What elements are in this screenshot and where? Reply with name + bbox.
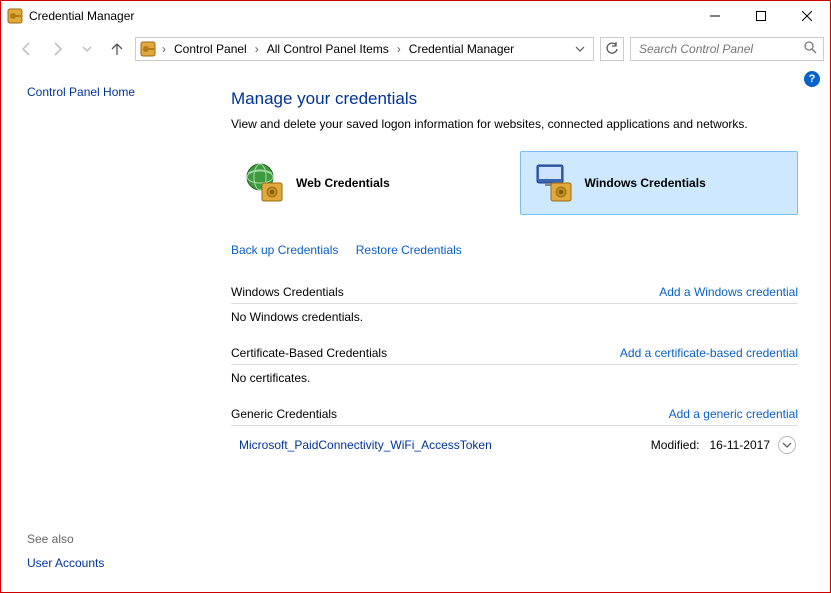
section-title: Windows Credentials bbox=[231, 285, 344, 299]
control-panel-icon bbox=[140, 41, 156, 57]
section-title: Certificate-Based Credentials bbox=[231, 346, 387, 360]
up-button[interactable] bbox=[105, 37, 129, 61]
modified-date: 16-11-2017 bbox=[710, 438, 771, 452]
recent-dropdown-icon[interactable] bbox=[75, 37, 99, 61]
breadcrumb[interactable]: › Control Panel › All Control Panel Item… bbox=[135, 37, 594, 61]
title-bar: Credential Manager bbox=[1, 1, 830, 31]
search-icon[interactable] bbox=[804, 41, 817, 57]
monitor-safe-icon bbox=[531, 161, 575, 205]
section-title: Generic Credentials bbox=[231, 407, 337, 421]
add-windows-credential-link[interactable]: Add a Windows credential bbox=[659, 285, 798, 299]
web-credentials-tile[interactable]: Web Credentials bbox=[231, 151, 510, 215]
restore-credentials-link[interactable]: Restore Credentials bbox=[356, 243, 462, 257]
app-icon bbox=[7, 8, 23, 24]
certificate-credentials-empty-text: No certificates. bbox=[231, 371, 798, 385]
window-title: Credential Manager bbox=[29, 9, 134, 23]
minimize-button[interactable] bbox=[692, 1, 738, 31]
expand-button[interactable] bbox=[778, 436, 796, 454]
breadcrumb-item[interactable]: Control Panel bbox=[168, 38, 253, 60]
globe-safe-icon bbox=[242, 161, 286, 205]
credential-type-tiles: Web Credentials Windows Credentials bbox=[231, 151, 798, 215]
refresh-button[interactable] bbox=[600, 37, 624, 61]
tile-label: Windows Credentials bbox=[585, 176, 706, 190]
left-pane: Control Panel Home See also User Account… bbox=[1, 67, 217, 592]
close-button[interactable] bbox=[784, 1, 830, 31]
back-button[interactable] bbox=[15, 37, 39, 61]
windows-credentials-section-head: Windows Credentials Add a Windows creden… bbox=[231, 285, 798, 304]
modified-label: Modified: bbox=[651, 438, 700, 452]
see-also-heading: See also bbox=[27, 532, 207, 546]
generic-credentials-section-head: Generic Credentials Add a generic creden… bbox=[231, 407, 798, 426]
credential-name: Microsoft_PaidConnectivity_WiFi_AccessTo… bbox=[239, 438, 492, 452]
chevron-right-icon: › bbox=[160, 42, 168, 56]
search-box[interactable] bbox=[630, 37, 824, 61]
add-generic-credential-link[interactable]: Add a generic credential bbox=[669, 407, 798, 421]
control-panel-home-link[interactable]: Control Panel Home bbox=[27, 85, 207, 99]
breadcrumb-item[interactable]: Credential Manager bbox=[403, 38, 520, 60]
main-pane: Manage your credentials View and delete … bbox=[217, 67, 830, 592]
breadcrumb-dropdown-icon[interactable] bbox=[571, 44, 589, 54]
backup-restore-links: Back up Credentials Restore Credentials bbox=[231, 243, 798, 257]
breadcrumb-item[interactable]: All Control Panel Items bbox=[261, 38, 395, 60]
search-input[interactable] bbox=[637, 41, 804, 57]
tile-label: Web Credentials bbox=[296, 176, 390, 190]
chevron-right-icon: › bbox=[395, 42, 403, 56]
windows-credentials-empty-text: No Windows credentials. bbox=[231, 310, 798, 324]
user-accounts-link[interactable]: User Accounts bbox=[27, 556, 207, 570]
generic-credential-row[interactable]: Microsoft_PaidConnectivity_WiFi_AccessTo… bbox=[231, 432, 798, 458]
forward-button[interactable] bbox=[45, 37, 69, 61]
backup-credentials-link[interactable]: Back up Credentials bbox=[231, 243, 338, 257]
help-icon[interactable]: ? bbox=[804, 71, 820, 87]
windows-credentials-tile[interactable]: Windows Credentials bbox=[520, 151, 799, 215]
add-certificate-credential-link[interactable]: Add a certificate-based credential bbox=[620, 346, 798, 360]
maximize-button[interactable] bbox=[738, 1, 784, 31]
page-subtitle: View and delete your saved logon informa… bbox=[231, 117, 798, 131]
address-bar: › Control Panel › All Control Panel Item… bbox=[1, 31, 830, 67]
page-title: Manage your credentials bbox=[231, 89, 798, 109]
chevron-right-icon: › bbox=[253, 42, 261, 56]
certificate-credentials-section-head: Certificate-Based Credentials Add a cert… bbox=[231, 346, 798, 365]
